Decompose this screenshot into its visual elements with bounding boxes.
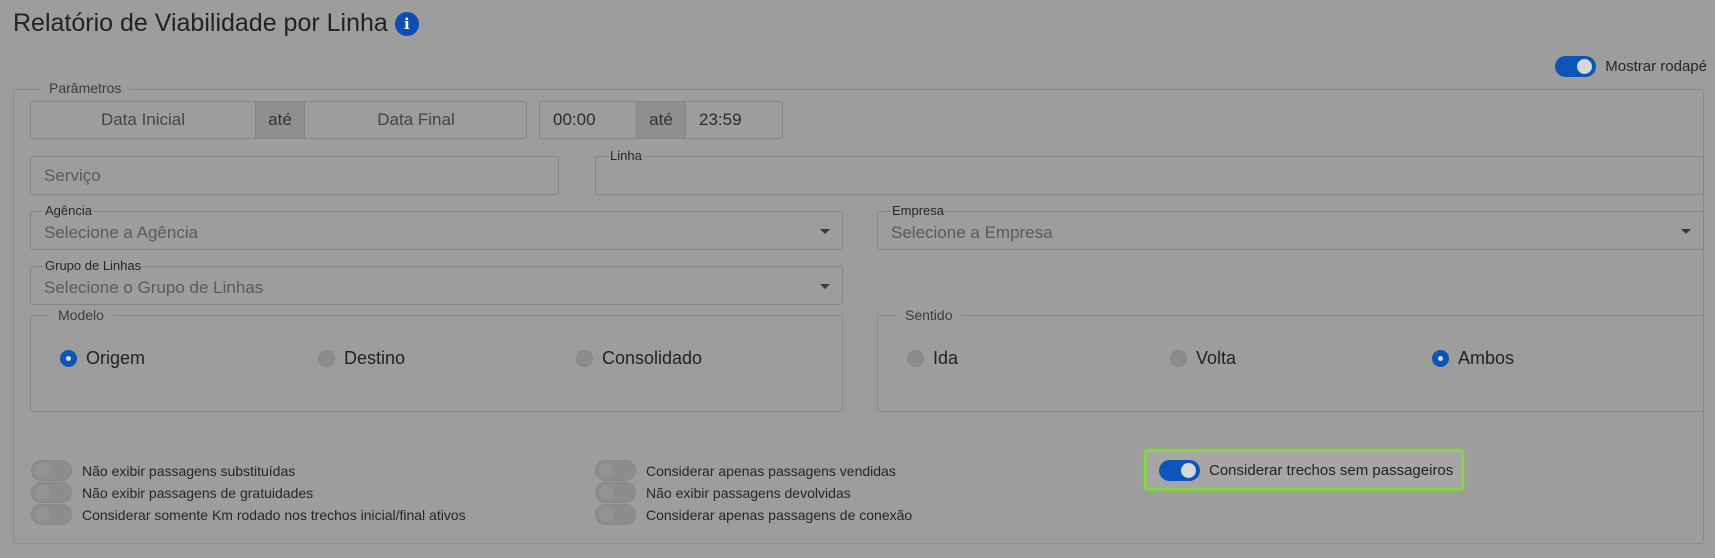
switch-label: Considerar apenas passagens vendidas bbox=[646, 462, 896, 479]
chevron-down-icon bbox=[1681, 228, 1691, 234]
model-option-label: Consolidado bbox=[602, 348, 703, 368]
model-option-label: Destino bbox=[344, 348, 406, 368]
switch-label: Não exibir passagens devolvidas bbox=[646, 484, 851, 501]
switch-km-only[interactable]: Considerar somente Km rodado nos trechos… bbox=[31, 504, 466, 525]
line-group-select[interactable]: Grupo de Linhas Selecione o Grupo de Lin… bbox=[30, 258, 843, 305]
switch-label: Não exibir passagens substituídas bbox=[82, 462, 296, 479]
service-placeholder: Serviço bbox=[44, 165, 101, 185]
time-separator: até bbox=[636, 102, 686, 138]
model-option-label: Origem bbox=[86, 348, 146, 368]
info-icon[interactable]: i bbox=[394, 11, 419, 36]
end-date-input[interactable]: Data Final bbox=[305, 102, 527, 138]
company-label: Empresa bbox=[891, 203, 946, 218]
date-range-group: Data Inicial até Data Final bbox=[30, 101, 527, 139]
company-select[interactable]: Empresa Selecione a Empresa bbox=[877, 203, 1704, 250]
line-group-label: Grupo de Linhas bbox=[44, 258, 143, 273]
chevron-down-icon bbox=[820, 228, 830, 234]
agency-placeholder: Selecione a Agência bbox=[44, 222, 199, 242]
toggle-switch[interactable] bbox=[31, 460, 72, 481]
switch-hide-free[interactable]: Não exibir passagens de gratuidades bbox=[31, 482, 313, 503]
model-option-consolidado[interactable]: Consolidado bbox=[576, 348, 702, 369]
switch-empty-segments[interactable]: Considerar trechos sem passageiros bbox=[1144, 449, 1464, 491]
agency-select[interactable]: Agência Selecione a Agência bbox=[30, 203, 843, 250]
radio-icon[interactable] bbox=[1170, 350, 1187, 367]
direction-option-volta[interactable]: Volta bbox=[1170, 348, 1236, 369]
end-date-placeholder: Data Final bbox=[377, 110, 455, 129]
direction-option-label: Volta bbox=[1196, 348, 1237, 368]
switch-hide-replaced[interactable]: Não exibir passagens substituídas bbox=[31, 460, 295, 481]
page-title: Relatório de Viabilidade por Linha i bbox=[13, 9, 419, 38]
parameters-legend: Parâmetros bbox=[41, 80, 130, 96]
switch-label: Considerar somente Km rodado nos trechos… bbox=[82, 506, 466, 523]
line-label: Linha bbox=[609, 148, 643, 163]
model-group: Modelo Origem Destino Consolidado bbox=[30, 307, 843, 412]
agency-label: Agência bbox=[44, 203, 93, 218]
line-group-placeholder: Selecione o Grupo de Linhas bbox=[44, 277, 264, 297]
radio-icon[interactable] bbox=[1432, 350, 1449, 367]
direction-legend: Sentido bbox=[896, 307, 962, 323]
start-time-input[interactable]: 00:00 bbox=[540, 102, 636, 138]
model-legend: Modelo bbox=[49, 307, 113, 323]
direction-option-label: Ambos bbox=[1458, 348, 1515, 368]
time-range-group: 00:00 até 23:59 bbox=[539, 101, 783, 139]
switch-hide-returned[interactable]: Não exibir passagens devolvidas bbox=[595, 482, 851, 503]
direction-option-ambos[interactable]: Ambos bbox=[1432, 348, 1514, 369]
show-footer-label: Mostrar rodapé bbox=[1605, 58, 1707, 75]
direction-group: Sentido Ida Volta Ambos bbox=[877, 307, 1704, 412]
toggle-switch[interactable] bbox=[595, 504, 636, 525]
radio-icon[interactable] bbox=[907, 350, 924, 367]
direction-option-label: Ida bbox=[933, 348, 959, 368]
show-footer-toggle[interactable]: Mostrar rodapé bbox=[1555, 56, 1707, 77]
switch-connection-only[interactable]: Considerar apenas passagens de conexão bbox=[595, 504, 912, 525]
radio-icon[interactable] bbox=[318, 350, 335, 367]
switch-label: Não exibir passagens de gratuidades bbox=[82, 484, 314, 501]
direction-option-ida[interactable]: Ida bbox=[907, 348, 958, 369]
line-input[interactable]: Linha bbox=[595, 148, 1704, 195]
toggle-switch[interactable] bbox=[31, 504, 72, 525]
toggle-switch[interactable] bbox=[31, 482, 72, 503]
model-option-origem[interactable]: Origem bbox=[60, 348, 145, 369]
show-footer-switch[interactable] bbox=[1555, 56, 1597, 77]
date-separator: até bbox=[255, 102, 305, 138]
company-placeholder: Selecione a Empresa bbox=[891, 222, 1053, 242]
radio-icon[interactable] bbox=[576, 350, 593, 367]
switch-sold-only[interactable]: Considerar apenas passagens vendidas bbox=[595, 460, 896, 481]
page-title-text: Relatório de Viabilidade por Linha bbox=[13, 9, 388, 37]
toggle-switch[interactable] bbox=[595, 460, 636, 481]
toggle-switch[interactable] bbox=[595, 482, 636, 503]
model-option-destino[interactable]: Destino bbox=[318, 348, 405, 369]
start-date-input[interactable]: Data Inicial bbox=[31, 102, 255, 138]
toggle-switch[interactable] bbox=[1159, 459, 1200, 481]
chevron-down-icon bbox=[820, 283, 830, 289]
radio-icon[interactable] bbox=[60, 350, 77, 367]
service-input[interactable]: Serviço bbox=[30, 156, 559, 195]
switch-label: Considerar apenas passagens de conexão bbox=[646, 506, 913, 523]
start-date-placeholder: Data Inicial bbox=[100, 110, 186, 129]
switch-label: Considerar trechos sem passageiros bbox=[1209, 461, 1454, 479]
end-time-input[interactable]: 23:59 bbox=[686, 102, 782, 138]
